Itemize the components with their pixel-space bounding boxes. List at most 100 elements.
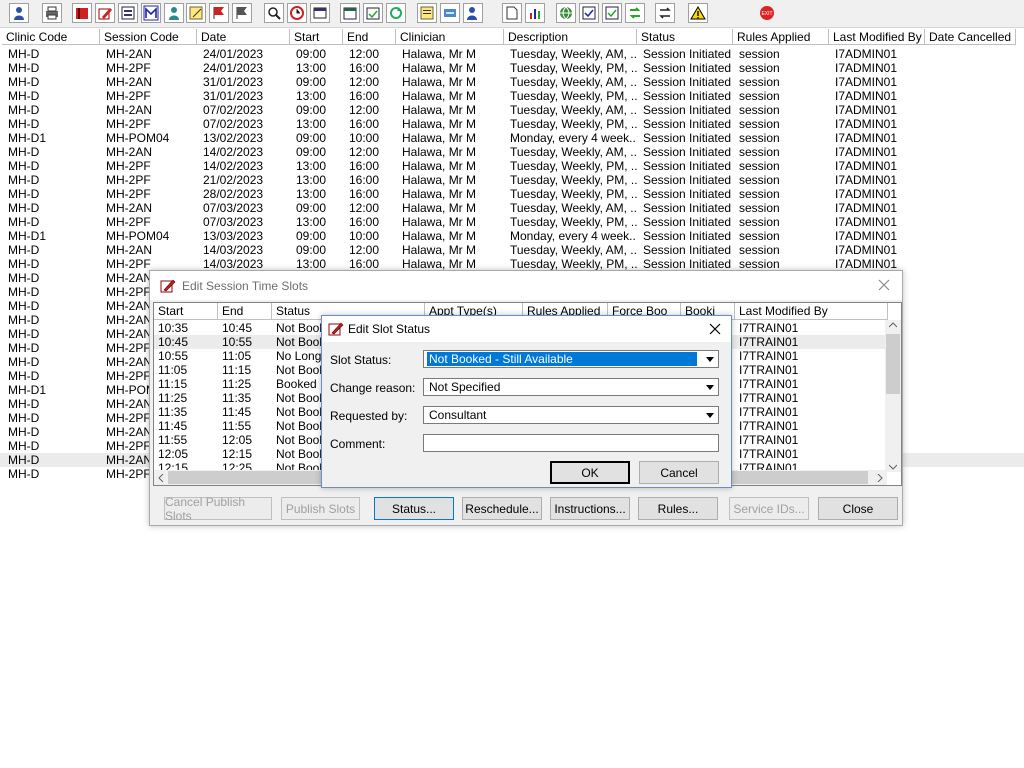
- column-header[interactable]: Description: [504, 29, 637, 45]
- swap-icon[interactable]: [655, 3, 675, 23]
- table-row[interactable]: MH-D MH-2PF 31/01/2023 13:00 16:00 Halawa, Mr…: [0, 89, 1024, 103]
- cancel-publish-slots-button[interactable]: Cancel Publish Slots: [164, 495, 272, 523]
- list-cell: 11:55: [222, 419, 252, 433]
- chart-icon[interactable]: [525, 3, 545, 23]
- column-header[interactable]: Clinician: [396, 29, 504, 45]
- ok-button[interactable]: OK: [550, 461, 630, 484]
- scroll-right-icon[interactable]: [877, 474, 883, 482]
- table-row[interactable]: MH-D MH-2PF 07/02/2023 13:00 16:00 Halawa, Mr…: [0, 117, 1024, 131]
- column-header[interactable]: Rules Applied: [733, 29, 829, 45]
- clock-icon[interactable]: [287, 3, 307, 23]
- table-cell: Tuesday, Weekly, AM, ...: [510, 103, 637, 117]
- memo-icon[interactable]: [417, 3, 437, 23]
- table-row[interactable]: MH-D MH-2AN 24/01/2023 09:00 12:00 Halawa, Mr…: [0, 47, 1024, 61]
- globe-icon[interactable]: [556, 3, 576, 23]
- table-cell: MH-D1: [8, 229, 46, 243]
- service-ids-button[interactable]: Service IDs...: [729, 497, 809, 520]
- refresh-icon[interactable]: [386, 3, 406, 23]
- column-header[interactable]: Last Modified By: [735, 303, 888, 320]
- table-row[interactable]: MH-D1 MH-POM04 13/03/2023 09:00 10:00 Halawa,…: [0, 229, 1024, 243]
- table-cell: MH-D: [8, 61, 40, 75]
- printer-icon[interactable]: [42, 3, 62, 23]
- scroll-up-icon[interactable]: [889, 322, 897, 328]
- table-row[interactable]: MH-D MH-2AN 14/02/2023 09:00 12:00 Halawa, Mr…: [0, 145, 1024, 159]
- column-header[interactable]: Date: [197, 29, 290, 45]
- table-row[interactable]: MH-D MH-2AN 31/01/2023 09:00 12:00 Halawa, Mr…: [0, 75, 1024, 89]
- column-header[interactable]: Last Modified By: [829, 29, 925, 45]
- table-cell: [925, 89, 1016, 103]
- table-cell: 16:00: [349, 159, 380, 173]
- table-cell: Halawa, Mr M: [402, 117, 477, 131]
- column-header[interactable]: End: [343, 29, 396, 45]
- scroll-left-icon[interactable]: [158, 474, 164, 482]
- edit-book-icon[interactable]: [95, 3, 115, 23]
- m-icon[interactable]: [141, 3, 161, 23]
- check-list-icon[interactable]: [579, 3, 599, 23]
- list-cell: 11:35: [158, 405, 188, 419]
- report-icon[interactable]: [118, 3, 138, 23]
- comment-field[interactable]: [423, 434, 719, 452]
- window-icon[interactable]: [310, 3, 330, 23]
- table-row[interactable]: MH-D MH-2PF 14/02/2023 13:00 16:00 Halawa, Mr…: [0, 159, 1024, 173]
- table-row[interactable]: MH-D1 MH-POM04 13/02/2023 09:00 10:00 Halawa,…: [0, 131, 1024, 145]
- table-row[interactable]: MH-D MH-2AN 07/02/2023 09:00 12:00 Halawa, Mr…: [0, 103, 1024, 117]
- reschedule-button[interactable]: Reschedule...: [462, 497, 542, 520]
- check-list2-icon[interactable]: [602, 3, 622, 23]
- green-arrows-icon[interactable]: [625, 3, 645, 23]
- document-icon[interactable]: [502, 3, 522, 23]
- table-row[interactable]: MH-D MH-2PF 21/02/2023 13:00 16:00 Halawa, Mr…: [0, 173, 1024, 187]
- user-icon[interactable]: [9, 3, 29, 23]
- column-header[interactable]: End: [218, 303, 272, 320]
- rules-button[interactable]: Rules...: [638, 497, 718, 520]
- table-cell: Tuesday, Weekly, PM, ...: [510, 215, 637, 229]
- table-row[interactable]: MH-D MH-2PF 24/01/2023 13:00 16:00 Halawa, Mr…: [0, 61, 1024, 75]
- column-header[interactable]: Start: [154, 303, 218, 320]
- column-header[interactable]: Start: [290, 29, 343, 45]
- close-icon[interactable]: [876, 277, 892, 293]
- change-reason-select[interactable]: Not Specified: [423, 378, 719, 396]
- table-cell: 09:00: [296, 47, 327, 61]
- vertical-scrollbar[interactable]: [885, 320, 901, 472]
- instructions-button[interactable]: Instructions...: [550, 497, 630, 520]
- chevron-down-icon[interactable]: [702, 352, 717, 366]
- exit-icon[interactable]: EXIT: [757, 3, 777, 23]
- scroll-down-icon[interactable]: [889, 464, 897, 470]
- table-row[interactable]: MH-D MH-2PF 07/03/2023 13:00 16:00 Halawa, Mr…: [0, 215, 1024, 229]
- flag2-icon[interactable]: [232, 3, 252, 23]
- close-button[interactable]: Close: [818, 497, 898, 520]
- table-cell: 16:00: [349, 89, 380, 103]
- scroll-thumb[interactable]: [886, 334, 900, 394]
- list-cell: 11:05: [158, 363, 188, 377]
- table-cell: [925, 75, 1016, 89]
- warning-icon[interactable]: [688, 3, 708, 23]
- cancel-button[interactable]: Cancel: [639, 461, 719, 484]
- requested-by-select[interactable]: Consultant: [423, 406, 719, 424]
- table-row[interactable]: MH-D MH-2PF 14/03/2023 13:00 16:00 Halawa, Mr…: [0, 257, 1024, 271]
- chevron-down-icon[interactable]: [702, 408, 717, 422]
- slot-status-select[interactable]: Not Booked - Still Available: [423, 350, 719, 368]
- person-icon[interactable]: [164, 3, 184, 23]
- calendar-icon[interactable]: [340, 3, 360, 23]
- table-row[interactable]: MH-D MH-2AN 14/03/2023 09:00 12:00 Halawa, Mr…: [0, 243, 1024, 257]
- table-cell: 13:00: [296, 173, 327, 187]
- user-edit-icon[interactable]: [463, 3, 483, 23]
- column-header[interactable]: Status: [637, 29, 733, 45]
- table-cell: 14/02/2023: [203, 145, 264, 159]
- book-icon[interactable]: [72, 3, 92, 23]
- publish-slots-button[interactable]: Publish Slots: [281, 497, 360, 520]
- search-icon[interactable]: [264, 3, 284, 23]
- notes-icon[interactable]: [186, 3, 206, 23]
- close-icon[interactable]: [707, 321, 723, 337]
- chevron-down-icon[interactable]: [702, 380, 717, 394]
- flag-icon[interactable]: [209, 3, 229, 23]
- status-button[interactable]: Status...: [374, 497, 454, 520]
- column-header[interactable]: Clinic Code: [2, 29, 100, 45]
- table-row[interactable]: MH-D MH-2AN 07/03/2023 09:00 12:00 Halawa, Mr…: [0, 201, 1024, 215]
- column-header[interactable]: Session Code: [100, 29, 197, 45]
- schedule-icon[interactable]: [363, 3, 383, 23]
- edit-pen-icon: [328, 322, 344, 336]
- column-header[interactable]: Date Cancelled: [925, 29, 1016, 45]
- table-cell: 07/03/2023: [203, 215, 264, 229]
- table-row[interactable]: MH-D MH-2PF 28/02/2023 13:00 16:00 Halawa, Mr…: [0, 187, 1024, 201]
- transfer-icon[interactable]: [440, 3, 460, 23]
